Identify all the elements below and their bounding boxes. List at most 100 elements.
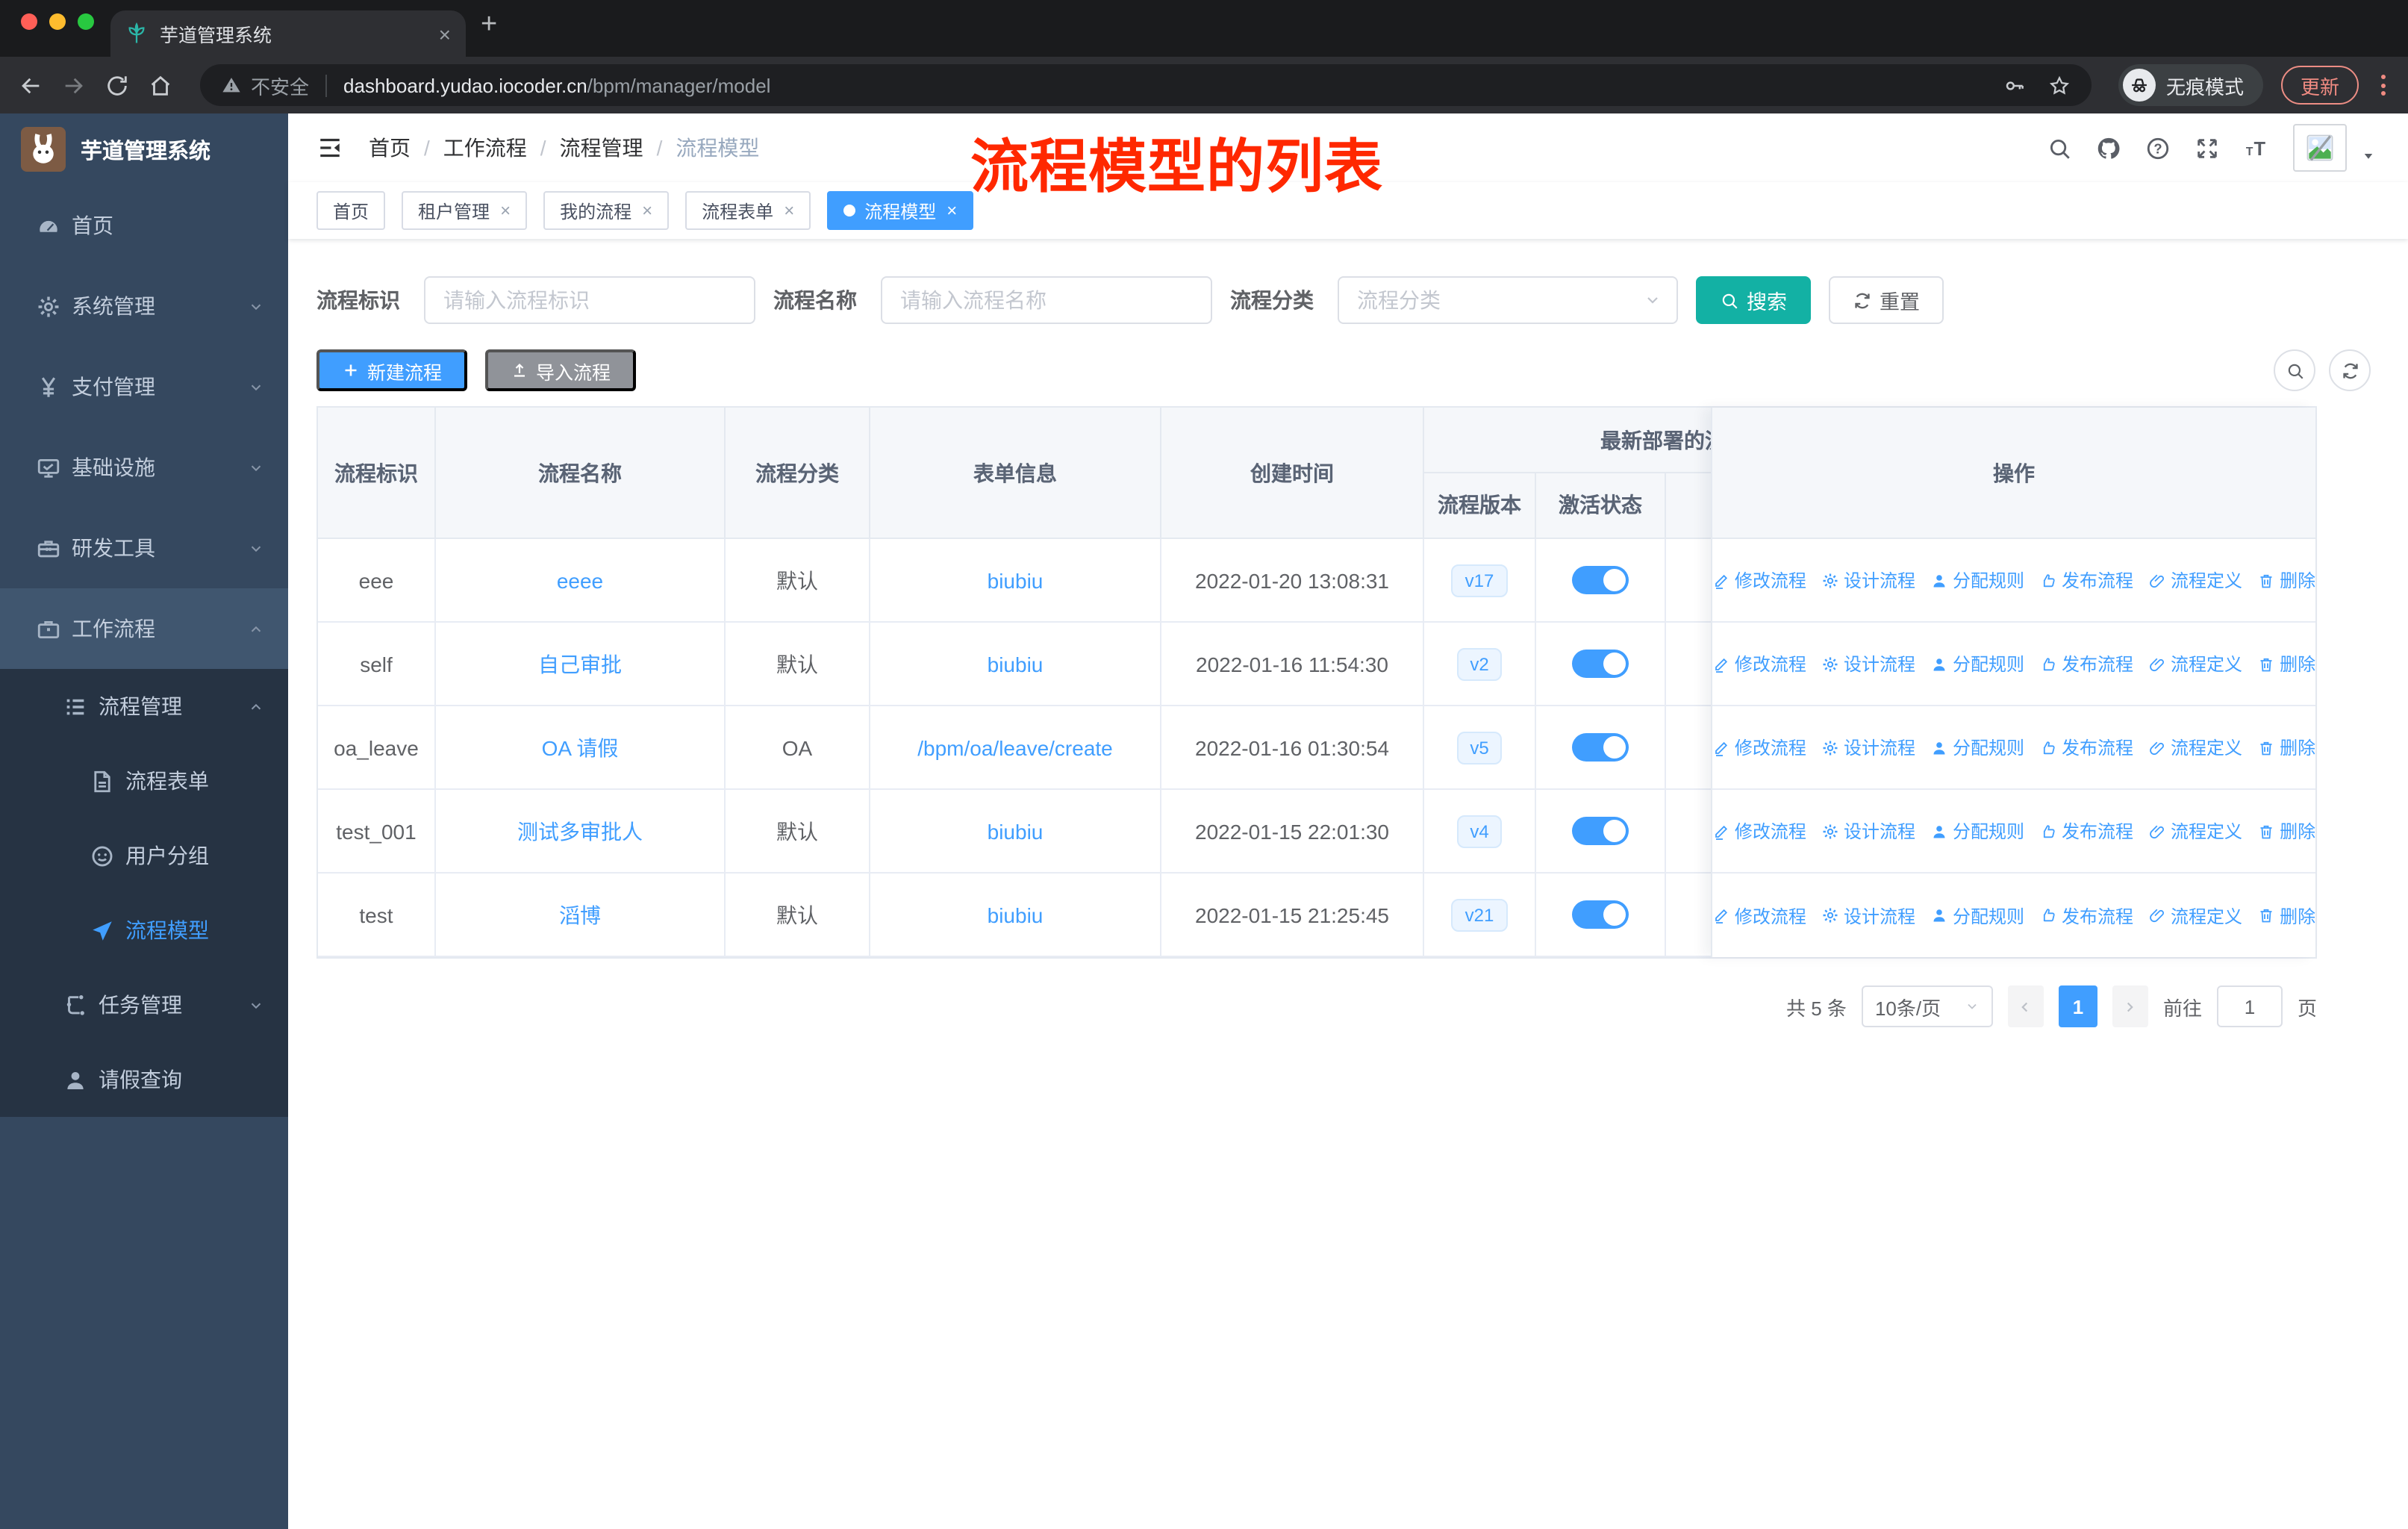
op-delete[interactable]: 删除 [2257,818,2315,844]
search-button[interactable]: 搜索 [1696,276,1811,324]
tag-my-process[interactable]: 我的流程 × [543,191,670,230]
active-toggle[interactable] [1572,733,1629,762]
bookmark-star-icon[interactable] [2048,74,2071,96]
op-publish-process[interactable]: 发布流程 [2039,567,2133,593]
tab-close-icon[interactable]: × [439,22,451,46]
active-toggle[interactable] [1572,817,1629,845]
tag-process-model[interactable]: 流程模型 × [827,191,974,230]
sidebar-item-leave-query[interactable]: 请假查询 [0,1042,288,1117]
form-info-link[interactable]: biubiu [988,652,1044,676]
op-delete[interactable]: 删除 [2257,735,2315,760]
process-name-input[interactable] [881,276,1212,324]
sidebar-fold-icon[interactable] [316,134,343,161]
reset-button[interactable]: 重置 [1829,276,1944,324]
forward-icon[interactable] [61,72,87,98]
process-name-link[interactable]: 自己审批 [538,649,622,679]
op-process-definition[interactable]: 流程定义 [2148,818,2242,844]
sidebar-item-system[interactable]: 系统管理 [0,266,288,346]
op-assign-rule[interactable]: 分配规则 [1930,903,2024,928]
op-publish-process[interactable]: 发布流程 [2039,651,2133,676]
sidebar-item-task-management[interactable]: 任务管理 [0,968,288,1042]
op-publish-process[interactable]: 发布流程 [2039,903,2133,928]
op-design-process[interactable]: 设计流程 [1821,818,1915,844]
op-design-process[interactable]: 设计流程 [1821,903,1915,928]
fullscreen-icon[interactable] [2195,135,2220,161]
form-info-link[interactable]: biubiu [988,568,1044,592]
help-icon[interactable] [2145,135,2171,161]
refresh-table-button[interactable] [2329,349,2371,391]
sidebar-item-payment[interactable]: 支付管理 [0,346,288,427]
op-assign-rule[interactable]: 分配规则 [1930,567,2024,593]
import-process-button[interactable]: 导入流程 [485,349,637,391]
current-page[interactable]: 1 [2058,985,2097,1027]
sidebar-item-workflow[interactable]: 工作流程 [0,588,288,669]
process-category-select[interactable]: 流程分类 [1338,276,1678,324]
op-process-definition[interactable]: 流程定义 [2148,567,2242,593]
op-design-process[interactable]: 设计流程 [1821,567,1915,593]
browser-menu-icon[interactable] [2377,75,2390,96]
op-edit-process[interactable]: 修改流程 [1712,903,1806,928]
form-info-link[interactable]: /bpm/oa/leave/create [917,735,1113,759]
active-toggle[interactable] [1572,650,1629,678]
op-edit-process[interactable]: 修改流程 [1712,567,1806,593]
tag-close-icon[interactable]: × [784,200,794,221]
breadcrumb-home[interactable]: 首页 [369,133,411,163]
reload-icon[interactable] [105,72,130,98]
sidebar-item-process-management[interactable]: 流程管理 [0,669,288,744]
browser-update-button[interactable]: 更新 [2280,66,2359,105]
address-bar[interactable]: 不安全 dashboard.yudao.iocoder.cn /bpm/mana… [200,64,2092,106]
goto-page-input[interactable] [2216,985,2283,1027]
home-icon[interactable] [148,72,173,98]
next-page-button[interactable] [2112,985,2148,1027]
maximize-window-button[interactable] [78,13,94,30]
form-info-link[interactable]: biubiu [988,819,1044,843]
search-icon[interactable] [2047,135,2072,161]
op-assign-rule[interactable]: 分配规则 [1930,651,2024,676]
user-avatar[interactable] [2293,124,2347,172]
op-process-definition[interactable]: 流程定义 [2148,903,2242,928]
form-info-link[interactable]: biubiu [988,903,1044,927]
op-process-definition[interactable]: 流程定义 [2148,651,2242,676]
github-icon[interactable] [2096,135,2121,161]
op-assign-rule[interactable]: 分配规则 [1930,735,2024,760]
op-edit-process[interactable]: 修改流程 [1712,735,1806,760]
active-toggle[interactable] [1572,566,1629,594]
op-delete[interactable]: 删除 [2257,651,2315,676]
sidebar-item-devtools[interactable]: 研发工具 [0,508,288,588]
prev-page-button[interactable] [2007,985,2044,1027]
op-publish-process[interactable]: 发布流程 [2039,818,2133,844]
op-design-process[interactable]: 设计流程 [1821,735,1915,760]
tag-home[interactable]: 首页 [316,191,386,230]
tag-close-icon[interactable]: × [642,200,652,221]
op-assign-rule[interactable]: 分配规则 [1930,818,2024,844]
font-size-icon[interactable] [2244,135,2269,161]
op-process-definition[interactable]: 流程定义 [2148,735,2242,760]
process-name-link[interactable]: eeee [557,568,603,592]
active-toggle[interactable] [1572,900,1629,929]
process-name-link[interactable]: OA 请假 [542,732,619,762]
op-delete[interactable]: 删除 [2257,903,2315,928]
op-edit-process[interactable]: 修改流程 [1712,651,1806,676]
process-name-link[interactable]: 测试多审批人 [517,816,643,846]
tag-close-icon[interactable]: × [500,200,511,221]
op-design-process[interactable]: 设计流程 [1821,651,1915,676]
op-edit-process[interactable]: 修改流程 [1712,818,1806,844]
sidebar-item-process-form[interactable]: 流程表单 [0,744,288,818]
breadcrumb-workflow[interactable]: 工作流程 [443,133,527,163]
create-process-button[interactable]: 新建流程 [316,349,468,391]
back-icon[interactable] [18,72,43,98]
sidebar-item-user-group[interactable]: 用户分组 [0,818,288,893]
close-window-button[interactable] [21,13,37,30]
tag-close-icon[interactable]: × [946,200,957,221]
browser-tab[interactable]: 芋道管理系统 × [110,10,466,57]
sidebar-item-home[interactable]: 首页 [0,185,288,266]
page-size-select[interactable]: 10条/页 [1861,985,1993,1027]
sidebar-item-process-model[interactable]: 流程模型 [0,893,288,968]
toggle-search-button[interactable] [2274,349,2315,391]
new-tab-button[interactable]: + [481,9,497,42]
tag-tenant[interactable]: 租户管理 × [402,191,528,230]
password-key-icon[interactable] [2003,74,2026,96]
process-name-link[interactable]: 滔博 [559,900,601,929]
process-id-input[interactable] [424,276,755,324]
avatar-caret-down-icon[interactable] [2362,149,2375,162]
